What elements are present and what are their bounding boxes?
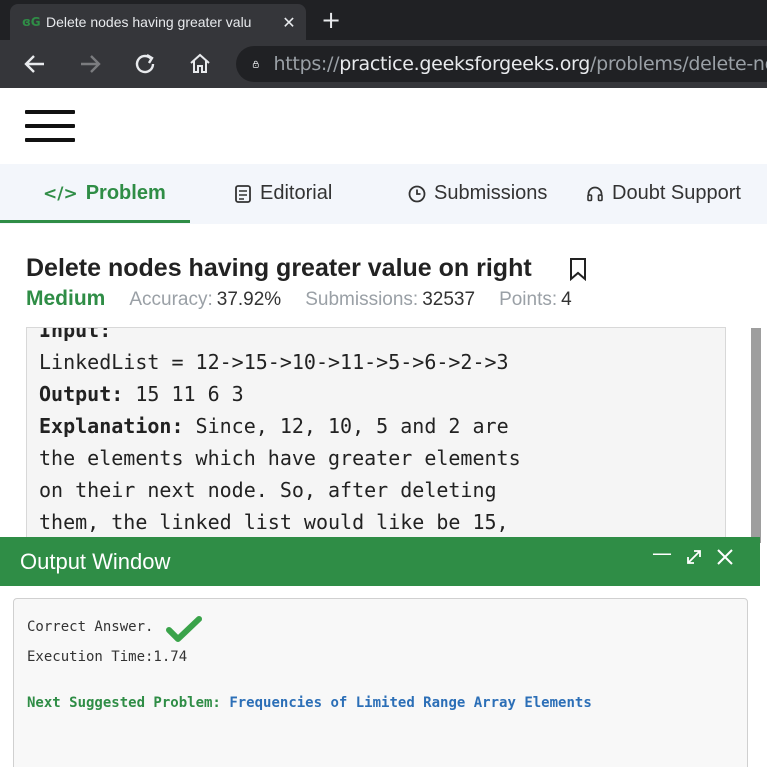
execution-time: Execution Time:1.74 bbox=[27, 649, 188, 665]
problem-tabs: </> Problem Editorial Submissions Doubt … bbox=[0, 164, 767, 224]
reload-icon bbox=[135, 53, 155, 74]
example-input-value: LinkedList = 12->15->10->11->5->6->2->3 bbox=[39, 350, 509, 374]
example-input-label: Input: bbox=[39, 327, 112, 342]
tab-doubt-support[interactable]: Doubt Support bbox=[586, 182, 741, 205]
output-window: Output Window — Correct Answer. Executio… bbox=[0, 537, 760, 767]
difficulty-badge: Medium bbox=[26, 287, 106, 310]
url-path: /problems/delete-no bbox=[590, 53, 767, 75]
url-protocol: https:// bbox=[273, 53, 340, 75]
expand-icon[interactable] bbox=[683, 547, 705, 572]
home-icon bbox=[190, 53, 210, 73]
minimize-icon[interactable]: — bbox=[651, 541, 673, 565]
address-bar[interactable]: https://practice.geeksforgeeks.org/probl… bbox=[236, 46, 767, 82]
submissions-label: Submissions: bbox=[305, 289, 419, 310]
active-tab-indicator bbox=[0, 220, 190, 223]
example-explanation-line: on their next node. So, after deleting bbox=[39, 478, 497, 502]
code-icon: </> bbox=[43, 183, 78, 204]
submissions-value: 32537 bbox=[422, 289, 476, 310]
url-host: practice.geeksforgeeks.org bbox=[339, 53, 590, 75]
site-header bbox=[0, 88, 767, 164]
result-text: Correct Answer. bbox=[27, 619, 154, 635]
problem-title: Delete nodes having greater value on rig… bbox=[26, 254, 532, 282]
tab-submissions-label: Submissions bbox=[434, 182, 548, 204]
next-suggested-link[interactable]: Frequencies of Limited Range Array Eleme… bbox=[229, 695, 591, 711]
arrow-right-icon bbox=[81, 55, 101, 73]
problem-content: Delete nodes having greater value on rig… bbox=[0, 224, 767, 544]
output-window-body: Correct Answer. Execution Time:1.74 Next… bbox=[13, 598, 748, 767]
example-explanation: Explanation: Since, 12, 10, 5 and 2 are bbox=[39, 414, 509, 438]
problem-meta: Medium Accuracy: 37.92% Submissions: 325… bbox=[26, 287, 596, 311]
clock-icon bbox=[408, 185, 426, 202]
output-window-header: Output Window — bbox=[0, 537, 760, 586]
new-tab-button[interactable]: + bbox=[319, 6, 343, 34]
next-suggested-problem: Next Suggested Problem: Frequencies of L… bbox=[27, 695, 592, 711]
browser-tab[interactable]: ɞG Delete nodes having greater valu ✕ bbox=[10, 4, 306, 40]
lock-icon[interactable] bbox=[252, 55, 260, 73]
example-explanation-line: the elements which have greater elements bbox=[39, 446, 521, 470]
gfg-favicon-icon: ɞG bbox=[22, 15, 41, 29]
headset-icon bbox=[587, 186, 603, 201]
hamburger-menu-icon[interactable] bbox=[25, 110, 75, 146]
editorial-icon bbox=[235, 184, 251, 203]
tab-doubt-support-label: Doubt Support bbox=[612, 182, 741, 204]
example-output: Output: 15 11 6 3 bbox=[39, 382, 244, 406]
tab-editorial[interactable]: Editorial bbox=[234, 182, 332, 205]
url-text: https://practice.geeksforgeeks.org/probl… bbox=[274, 53, 767, 75]
points-value: 4 bbox=[561, 289, 572, 310]
output-window-title: Output Window bbox=[20, 549, 171, 574]
tab-title: Delete nodes having greater valu bbox=[46, 14, 252, 30]
home-button[interactable] bbox=[186, 50, 214, 78]
tab-editorial-label: Editorial bbox=[260, 182, 333, 204]
example-box: Input: LinkedList = 12->15->10->11->5->6… bbox=[26, 327, 726, 544]
example-explanation-line: them, the linked list would like be 15, bbox=[39, 510, 509, 534]
checkmark-icon bbox=[166, 616, 202, 642]
browser-toolbar: https://practice.geeksforgeeks.org/probl… bbox=[0, 40, 767, 88]
tab-problem-label: Problem bbox=[85, 182, 166, 204]
back-button[interactable] bbox=[21, 50, 49, 78]
close-icon[interactable] bbox=[714, 547, 736, 572]
bookmark-icon[interactable] bbox=[568, 257, 588, 281]
arrow-left-icon bbox=[24, 55, 44, 73]
next-suggested-label: Next Suggested Problem: bbox=[27, 695, 221, 711]
points-label: Points: bbox=[499, 289, 558, 310]
accuracy-label: Accuracy: bbox=[129, 289, 213, 310]
scrollbar[interactable] bbox=[751, 328, 761, 543]
accuracy-value: 37.92% bbox=[216, 289, 282, 310]
tab-close-icon[interactable]: ✕ bbox=[280, 13, 298, 32]
browser-tabbar: ɞG Delete nodes having greater valu ✕ + bbox=[0, 0, 767, 40]
reload-button[interactable] bbox=[131, 50, 159, 78]
tab-submissions[interactable]: Submissions bbox=[408, 182, 547, 205]
tab-problem[interactable]: </> Problem bbox=[43, 182, 166, 205]
forward-button[interactable] bbox=[76, 50, 104, 78]
